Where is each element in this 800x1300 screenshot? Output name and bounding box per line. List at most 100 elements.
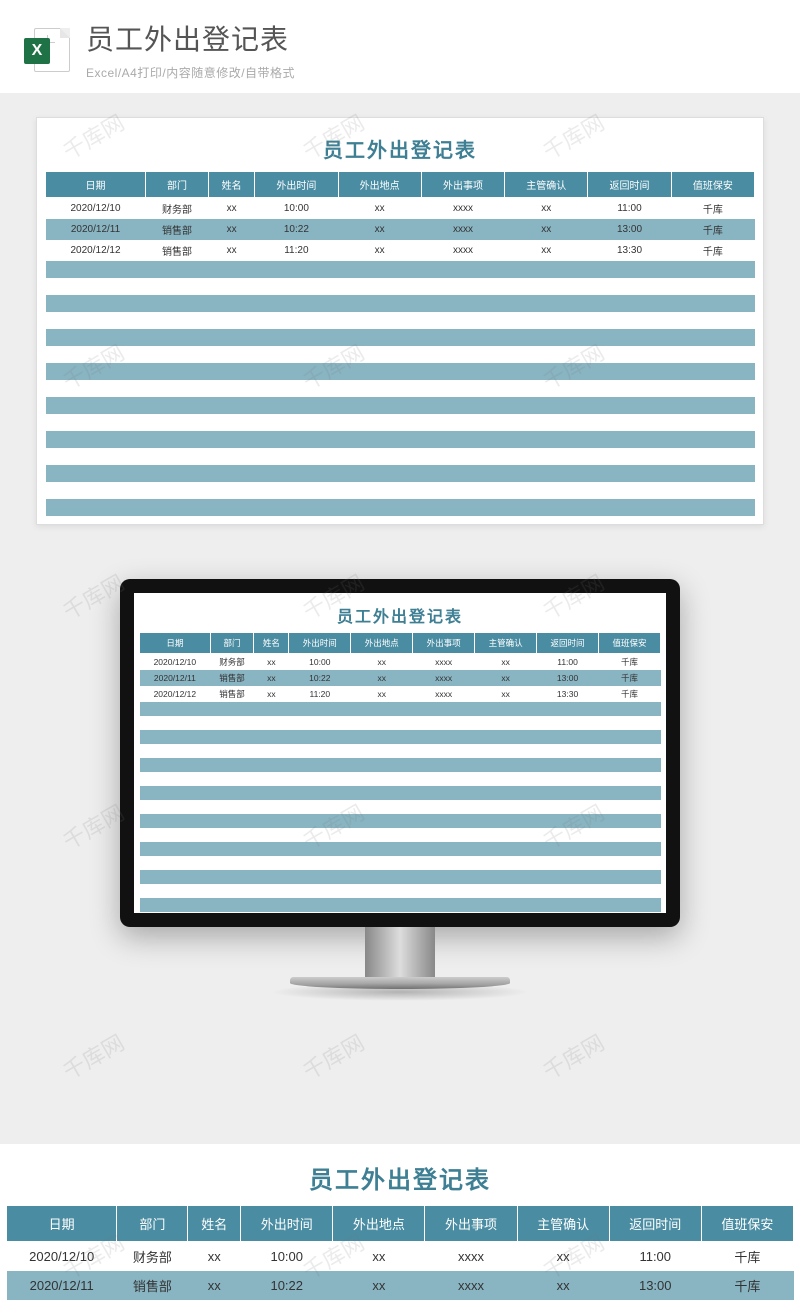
table-cell — [210, 842, 254, 856]
table-cell — [338, 465, 421, 482]
table-empty-row — [46, 295, 755, 312]
table-cell — [146, 363, 209, 380]
table-header-row: 日期部门姓名外出时间外出地点外出事项主管确认返回时间值班保安 — [46, 172, 755, 198]
table-cell: 2020/12/10 — [140, 654, 211, 671]
table-cell — [351, 884, 413, 898]
table-cell: 2020/12/12 — [140, 686, 211, 702]
table-cell: 10:00 — [241, 1242, 333, 1272]
table-cell — [140, 842, 211, 856]
table-cell — [338, 329, 421, 346]
table-cell — [599, 800, 661, 814]
table-cell — [140, 870, 211, 884]
table-cell — [671, 431, 754, 448]
table-cell — [210, 870, 254, 884]
table-cell — [413, 842, 475, 856]
table-cell — [338, 278, 421, 295]
table-column-header: 主管确认 — [475, 633, 537, 654]
table-cell: xx — [475, 654, 537, 671]
table-column-header: 日期 — [140, 633, 211, 654]
table-cell — [255, 414, 338, 431]
table-cell: 销售部 — [117, 1271, 188, 1300]
table-cell — [588, 465, 671, 482]
table-cell — [208, 329, 254, 346]
table-cell — [599, 828, 661, 842]
table-row: 2020/12/10财务部xx10:00xxxxxxxx11:00千库 — [140, 654, 661, 671]
table-cell — [505, 380, 588, 397]
table-cell — [338, 482, 421, 499]
table-cell: 2020/12/12 — [46, 240, 146, 261]
table-cell — [146, 380, 209, 397]
table-cell — [421, 465, 504, 482]
table-cell — [289, 842, 351, 856]
table-column-header: 部门 — [146, 172, 209, 198]
table-cell — [254, 856, 289, 870]
watermark-text: 千库网 — [56, 1026, 129, 1087]
table-cell — [421, 295, 504, 312]
table-cell: 11:00 — [609, 1242, 701, 1272]
table-empty-row — [46, 261, 755, 278]
table-empty-row — [46, 278, 755, 295]
table-cell — [338, 363, 421, 380]
table-cell — [146, 465, 209, 482]
table-cell — [413, 730, 475, 744]
table-cell — [338, 261, 421, 278]
table-cell — [475, 772, 537, 786]
table-empty-row — [140, 702, 661, 716]
table-cell: 销售部 — [210, 686, 254, 702]
table-cell — [146, 261, 209, 278]
table-cell — [255, 465, 338, 482]
table-cell: 2020/12/10 — [46, 198, 146, 220]
table-cell — [208, 465, 254, 482]
table-column-header: 部门 — [117, 1206, 188, 1242]
table-header-row: 日期部门姓名外出时间外出地点外出事项主管确认返回时间值班保安 — [7, 1206, 794, 1242]
table-cell — [537, 856, 599, 870]
table-cell — [475, 800, 537, 814]
table-cell — [289, 772, 351, 786]
table-cell — [671, 448, 754, 465]
table-cell — [599, 702, 661, 716]
table-cell — [421, 329, 504, 346]
table-cell — [208, 278, 254, 295]
table-cell: xx — [517, 1271, 609, 1300]
table-cell — [537, 730, 599, 744]
table-cell — [210, 744, 254, 758]
table-cell: xx — [333, 1271, 425, 1300]
table-cell — [338, 380, 421, 397]
table-cell — [475, 702, 537, 716]
table-cell — [421, 397, 504, 414]
table-row: 2020/12/10财务部xx10:00xxxxxxxx11:00千库 — [7, 1242, 794, 1272]
table-cell — [599, 898, 661, 912]
table-cell — [254, 758, 289, 772]
table-row: 2020/12/11销售部xx10:22xxxxxxxx13:00千库 — [46, 219, 755, 240]
table-cell — [140, 786, 211, 800]
table-cell — [254, 744, 289, 758]
table-cell — [413, 800, 475, 814]
table-cell — [475, 856, 537, 870]
table-cell — [475, 898, 537, 912]
table-cell — [505, 346, 588, 363]
table-column-header: 主管确认 — [505, 172, 588, 198]
table-empty-row — [46, 397, 755, 414]
table-cell — [351, 828, 413, 842]
table-cell — [505, 499, 588, 516]
table-cell — [351, 702, 413, 716]
table-cell: xx — [517, 1242, 609, 1272]
monitor-bezel: 员工外出登记表 日期部门姓名外出时间外出地点外出事项主管确认返回时间值班保安 2… — [120, 579, 680, 927]
table-cell — [146, 397, 209, 414]
table-cell — [505, 363, 588, 380]
table-cell — [588, 380, 671, 397]
table-cell: xxxx — [421, 219, 504, 240]
table-cell — [671, 482, 754, 499]
table-cell: 10:00 — [255, 198, 338, 220]
table-empty-row — [46, 380, 755, 397]
table-cell — [254, 814, 289, 828]
table-cell — [351, 870, 413, 884]
table-cell — [588, 261, 671, 278]
table-cell — [289, 702, 351, 716]
table-cell — [254, 884, 289, 898]
table-row: 2020/12/11销售部xx10:22xxxxxxxx13:00千库 — [7, 1271, 794, 1300]
table-cell — [289, 898, 351, 912]
table-cell — [289, 716, 351, 730]
table-column-header: 值班保安 — [599, 633, 661, 654]
table-cell — [46, 278, 146, 295]
